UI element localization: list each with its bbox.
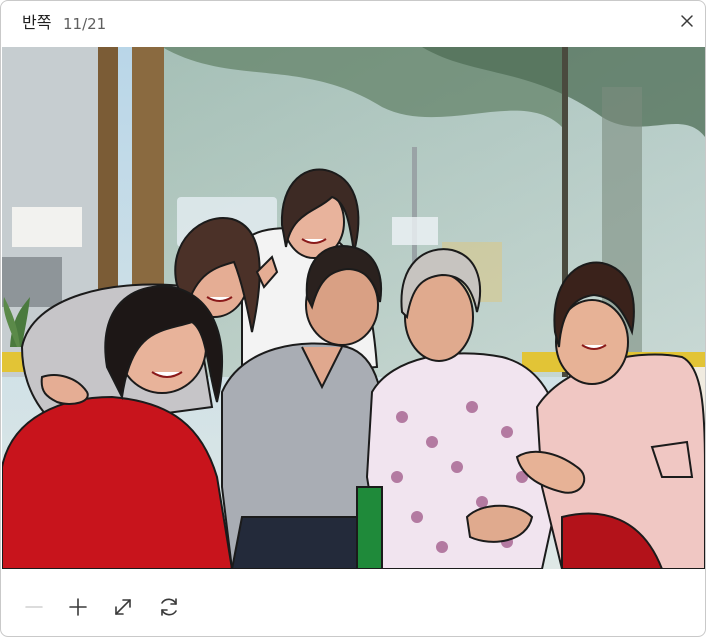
zoom-in-button[interactable] — [65, 594, 91, 620]
expand-arrows-icon — [115, 599, 131, 615]
plus-icon — [69, 598, 87, 616]
image-counter: 11/21 — [63, 15, 107, 33]
viewer-toolbar — [1, 578, 705, 636]
fit-to-window-button[interactable] — [110, 594, 136, 620]
viewer-window: 반쪽 11/21 — [0, 0, 706, 637]
close-button[interactable] — [673, 7, 701, 35]
zoom-out-button[interactable] — [21, 594, 47, 620]
family-photo-illustration — [2, 47, 705, 569]
image-viewport[interactable] — [2, 47, 705, 569]
rotate-button[interactable] — [156, 594, 182, 620]
window-title: 반쪽 — [22, 13, 52, 32]
close-icon — [681, 15, 693, 27]
title-bar: 반쪽 11/21 — [1, 1, 705, 43]
minus-icon — [25, 606, 43, 608]
rotate-icon — [161, 598, 177, 616]
